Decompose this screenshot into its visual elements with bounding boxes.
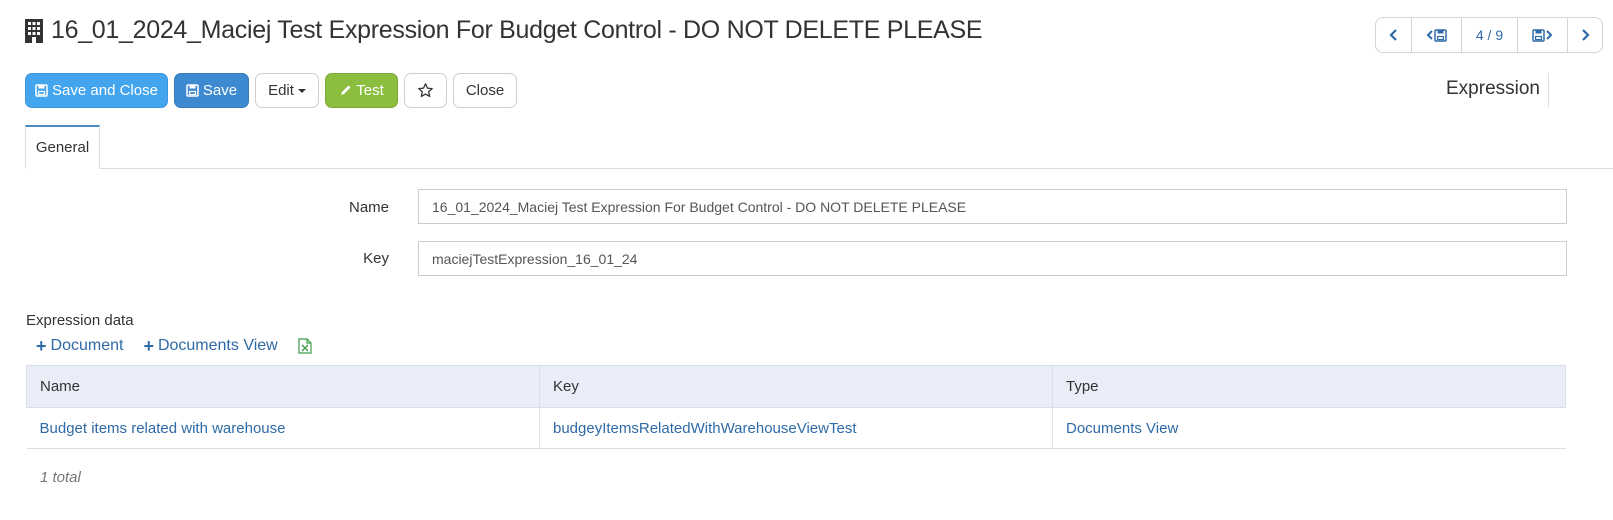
star-icon [418, 83, 433, 98]
page-title: 16_01_2024_Maciej Test Expression For Bu… [51, 16, 983, 44]
chevron-right-icon [1582, 29, 1590, 41]
name-field-label: Name [348, 199, 389, 216]
cell-type[interactable]: Documents View [1052, 407, 1566, 449]
column-header-name[interactable]: Name [26, 365, 540, 408]
key-field[interactable] [418, 241, 1567, 276]
edit-dropdown-button[interactable]: Edit [255, 73, 319, 108]
caret-down-icon [297, 88, 306, 93]
total-count: 1 total [40, 469, 81, 486]
save-and-close-button[interactable]: Save and Close [25, 73, 168, 108]
previous-button[interactable] [1376, 18, 1411, 52]
save-and-next-button[interactable] [1517, 18, 1567, 52]
save-and-close-label: Save and Close [52, 82, 158, 99]
floppy-disk-icon [1434, 28, 1447, 42]
save-label: Save [202, 82, 238, 99]
expression-data-actions: + Document + Documents View [36, 335, 332, 357]
column-header-type[interactable]: Type [1052, 365, 1566, 408]
favorite-button[interactable] [404, 73, 447, 108]
record-pager: 4 / 9 [1375, 17, 1603, 53]
save-button[interactable]: Save [174, 73, 249, 108]
add-document-link[interactable]: + Document [36, 337, 123, 355]
cell-name[interactable]: Budget items related with warehouse [26, 407, 540, 449]
add-document-label: Document [50, 337, 124, 354]
chevron-left-icon [1388, 29, 1397, 41]
plus-icon: + [143, 336, 154, 356]
tab-general-label: General [35, 139, 90, 156]
divider [1548, 73, 1549, 107]
column-header-key[interactable]: Key [539, 365, 1053, 408]
table-header-row: Name Key Type [26, 365, 1566, 408]
expression-data-label: Expression data [26, 312, 134, 329]
edit-label: Edit [268, 82, 294, 99]
building-icon [25, 18, 43, 43]
record-position: 4 / 9 [1461, 18, 1517, 52]
floppy-disk-icon [35, 84, 48, 97]
add-documents-view-link[interactable]: + Documents View [143, 337, 277, 355]
add-documents-view-label: Documents View [157, 337, 278, 354]
tab-bar: General [25, 124, 1613, 169]
tab-general[interactable]: General [25, 125, 100, 169]
floppy-disk-icon [1532, 28, 1545, 42]
test-button[interactable]: Test [325, 73, 398, 108]
chevron-right-icon [1546, 30, 1553, 40]
excel-file-icon [298, 338, 312, 354]
plus-icon: + [36, 336, 47, 356]
toolbar: Save and Close Save Edit Test Close [25, 73, 523, 108]
record-type-label: Expression [1446, 78, 1540, 99]
close-button[interactable]: Close [453, 73, 517, 108]
expression-data-table: Name Key Type Budget items related with … [26, 365, 1566, 449]
close-label: Close [465, 82, 505, 99]
chevron-left-icon [1426, 30, 1433, 40]
next-button[interactable] [1567, 18, 1602, 52]
page-header: 16_01_2024_Maciej Test Expression For Bu… [25, 16, 983, 45]
save-and-previous-button[interactable] [1411, 18, 1461, 52]
cell-key[interactable]: budgeyItemsRelatedWithWarehouseViewTest [539, 407, 1053, 449]
key-field-label: Key [363, 250, 389, 267]
pencil-icon [341, 85, 351, 95]
export-excel-button[interactable] [298, 338, 312, 354]
floppy-disk-icon [186, 84, 199, 97]
name-field[interactable] [418, 189, 1567, 224]
test-label: Test [356, 82, 384, 99]
table-row[interactable]: Budget items related with warehouse budg… [26, 407, 1566, 449]
